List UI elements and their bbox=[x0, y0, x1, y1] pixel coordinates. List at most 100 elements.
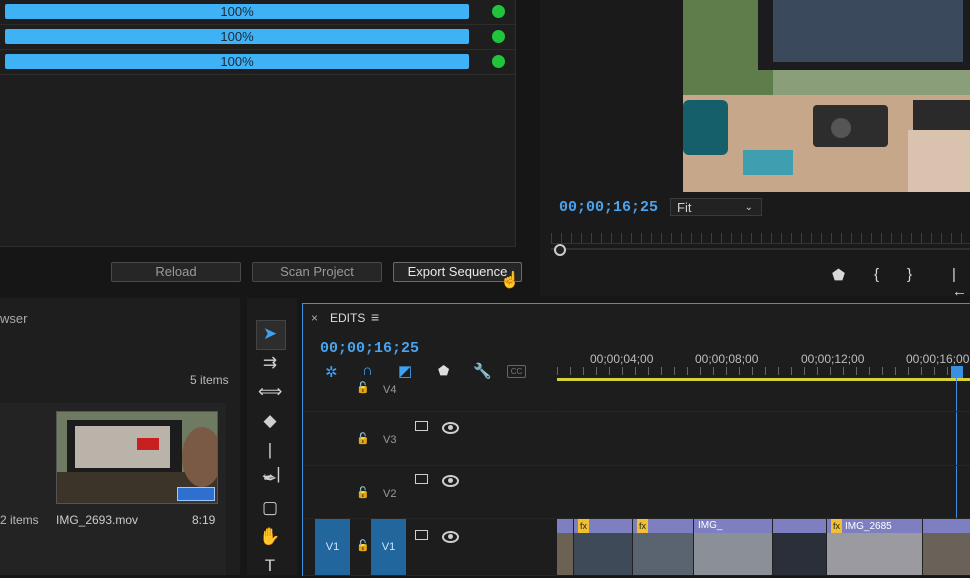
clip-label: IMG_2685 bbox=[845, 521, 892, 532]
clip-duration: 8:19 bbox=[192, 513, 216, 527]
status-indicator bbox=[492, 55, 505, 68]
razor-tool-icon[interactable]: ◆ bbox=[258, 409, 282, 433]
pen-tool-icon[interactable]: ✒ bbox=[258, 467, 282, 491]
playhead-handle[interactable] bbox=[554, 244, 566, 256]
track-name: V2 bbox=[383, 488, 397, 500]
timeline-clip[interactable] bbox=[773, 519, 827, 575]
sync-lock-icon[interactable] bbox=[415, 421, 428, 431]
ruler-tick: 00;00;08;00 bbox=[695, 352, 759, 366]
lock-icon[interactable]: 🔓 bbox=[356, 539, 370, 552]
timeline-clip[interactable] bbox=[557, 519, 574, 575]
ripple-edit-tool-icon[interactable]: ⟺ bbox=[258, 380, 282, 404]
progress-bar: 100% bbox=[5, 4, 469, 19]
timeline-clip[interactable]: fx IMG_2685 bbox=[827, 519, 923, 575]
track-name: V4 bbox=[383, 384, 397, 396]
ruler-ticks bbox=[557, 367, 970, 375]
timeline-clip[interactable]: fx bbox=[633, 519, 694, 575]
clip-label bbox=[923, 519, 970, 533]
track-lane-v3[interactable] bbox=[557, 412, 970, 466]
timeline-clip[interactable]: fx bbox=[574, 519, 633, 575]
lock-icon[interactable]: 🔓 bbox=[356, 381, 370, 394]
status-indicator bbox=[492, 5, 505, 18]
captions-icon[interactable]: CC bbox=[507, 365, 526, 378]
nest-icon[interactable]: ✲ bbox=[325, 363, 338, 381]
zoom-fit-select[interactable]: Fit ⌄ bbox=[670, 198, 762, 216]
rectangle-tool-icon[interactable]: ▢ bbox=[258, 496, 282, 520]
monitor-scrubber-track[interactable] bbox=[551, 248, 970, 250]
clip-frame bbox=[633, 533, 693, 575]
sync-lock-icon[interactable] bbox=[415, 474, 428, 484]
panel-menu-icon[interactable]: ≡ bbox=[371, 309, 379, 325]
track-name: V3 bbox=[383, 434, 397, 446]
clip-frame bbox=[923, 533, 970, 575]
add-marker-icon[interactable]: ⬟ bbox=[438, 363, 449, 379]
zoom-fit-value: Fit bbox=[677, 200, 692, 215]
timeline-timecode[interactable]: 00;00;16;25 bbox=[320, 340, 419, 357]
scan-project-button[interactable]: Scan Project bbox=[252, 262, 382, 282]
clip-type-badge bbox=[177, 487, 215, 501]
ruler-tick: 00;00;16;00 bbox=[906, 352, 970, 366]
ruler-tick: 00;00;04;00 bbox=[590, 352, 654, 366]
clip-frame bbox=[557, 533, 573, 575]
out-point-icon[interactable]: } bbox=[907, 266, 912, 283]
track-target-v1[interactable]: V1 bbox=[371, 519, 406, 575]
lock-icon[interactable]: 🔓 bbox=[356, 486, 370, 499]
chevron-down-icon: ⌄ bbox=[744, 202, 753, 213]
close-tab-icon[interactable]: × bbox=[311, 311, 318, 325]
clip-label bbox=[773, 519, 826, 533]
clip-thumbnail[interactable] bbox=[56, 411, 218, 504]
reload-button[interactable]: Reload bbox=[111, 262, 241, 282]
clip-header: fx bbox=[574, 519, 632, 533]
hand-tool-icon[interactable]: ✋ bbox=[258, 525, 282, 549]
sync-lock-icon[interactable] bbox=[415, 530, 428, 540]
sequence-tab[interactable]: EDITS bbox=[330, 311, 365, 325]
snap-icon[interactable]: ∩ bbox=[362, 362, 373, 379]
wrench-icon[interactable]: 🔧 bbox=[473, 362, 492, 380]
track-select-tool-icon[interactable]: ⇉ bbox=[258, 351, 282, 375]
linked-selection-icon[interactable]: ◩ bbox=[398, 362, 412, 380]
video-preview bbox=[683, 0, 970, 192]
eye-icon[interactable] bbox=[442, 422, 459, 434]
track-header-v4: 🔓 V4 bbox=[303, 381, 556, 412]
go-to-in-icon[interactable]: |← bbox=[952, 266, 970, 300]
progress-row: 100% bbox=[0, 0, 515, 25]
selection-tool-icon[interactable]: ➤ bbox=[258, 322, 282, 346]
type-tool-icon[interactable]: T bbox=[258, 554, 282, 578]
program-timecode[interactable]: 00;00;16;25 bbox=[559, 199, 658, 216]
timeline-clip[interactable] bbox=[923, 519, 970, 575]
clip-frame bbox=[773, 533, 826, 575]
cursor-hand-icon: ☝ bbox=[500, 272, 520, 289]
progress-row: 100% bbox=[0, 50, 515, 75]
progress-bar: 100% bbox=[5, 29, 469, 44]
fx-badge: fx bbox=[637, 519, 649, 533]
fx-badge: fx bbox=[831, 519, 843, 533]
fx-badge: fx bbox=[578, 519, 590, 533]
clip-frame bbox=[574, 533, 632, 575]
timeline-clip[interactable]: IMG_ bbox=[694, 519, 773, 575]
clip-header: fx bbox=[633, 519, 693, 533]
clip-name[interactable]: IMG_2693.mov bbox=[56, 513, 138, 527]
eye-icon[interactable] bbox=[442, 475, 459, 487]
progress-bar: 100% bbox=[5, 54, 469, 69]
eye-icon[interactable] bbox=[442, 531, 459, 543]
lock-icon[interactable]: 🔓 bbox=[356, 432, 370, 445]
clip-label bbox=[557, 519, 573, 533]
track-header-v3: 🔓 V3 bbox=[303, 412, 556, 466]
ruler-tick: 00;00;12;00 bbox=[801, 352, 865, 366]
monitor-ruler bbox=[551, 233, 970, 244]
export-progress-panel: 100% 100% 100% bbox=[0, 0, 516, 247]
item-count: 5 items bbox=[190, 373, 229, 387]
progress-row: 100% bbox=[0, 25, 515, 50]
status-indicator bbox=[492, 30, 505, 43]
track-lane-v2[interactable] bbox=[557, 466, 970, 519]
clip-frame bbox=[694, 533, 772, 575]
video-frame bbox=[683, 0, 970, 192]
in-point-icon[interactable]: { bbox=[874, 266, 879, 283]
marker-icon[interactable]: ⬟ bbox=[832, 266, 845, 284]
source-patch-v1[interactable]: V1 bbox=[315, 519, 350, 575]
track-lane-v4[interactable] bbox=[557, 381, 970, 412]
items-caption: 2 items bbox=[0, 513, 39, 527]
playhead-marker[interactable] bbox=[951, 366, 963, 378]
clip-label: IMG_ bbox=[694, 519, 772, 533]
slip-tool-icon[interactable]: |↔| bbox=[258, 438, 282, 483]
